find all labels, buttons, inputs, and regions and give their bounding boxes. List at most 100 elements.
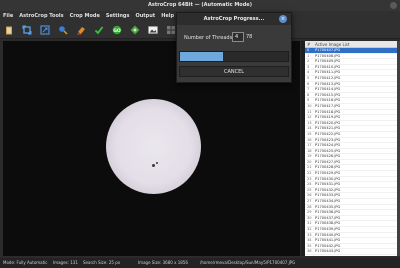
- dialog-close-icon[interactable]: ×: [279, 15, 287, 23]
- list-item-index: 19: [307, 154, 312, 159]
- svg-text:GO: GO: [113, 28, 121, 34]
- threads-label: Number of Threads:: [184, 35, 234, 41]
- list-item-name: P1700409.JPG: [315, 59, 341, 64]
- list-item-name: P1700418.JPG: [315, 109, 341, 114]
- menu-output[interactable]: Output: [132, 11, 158, 21]
- list-item[interactable]: 36 P1700443.JPG: [305, 249, 397, 255]
- threads-input[interactable]: 4: [232, 32, 244, 42]
- list-item-name: P1700422.JPG: [315, 131, 341, 136]
- list-item-index: 33: [307, 232, 312, 237]
- list-item-name: P1700438.JPG: [315, 221, 341, 226]
- sunspot: [152, 164, 155, 167]
- list-item-index: 34: [307, 238, 312, 243]
- menu-help[interactable]: Help: [158, 11, 177, 21]
- notebook-icon[interactable]: [4, 25, 14, 35]
- list-item-name: P1700421.JPG: [315, 126, 341, 131]
- crop-icon[interactable]: [22, 25, 32, 35]
- list-item-name: P1700431.JPG: [315, 182, 341, 187]
- status-path: /home/rmeva/Desktop/Sun/May5/P1700407.JP…: [200, 260, 296, 265]
- progress-fill: [180, 52, 224, 61]
- list-item-index: 23: [307, 176, 312, 181]
- check-icon[interactable]: [94, 25, 104, 35]
- progress-dialog: AstroCrop Progress... × Number of Thread…: [176, 12, 292, 83]
- list-item-name: P1700434.JPG: [315, 199, 341, 204]
- list-item-index: 35: [307, 243, 312, 248]
- list-item-name: P1700411.JPG: [315, 70, 341, 75]
- list-item-index: 25: [307, 187, 312, 192]
- list-item-name: P1700443.JPG: [315, 249, 341, 254]
- solar-image: [106, 99, 201, 194]
- window-title: AstroCrop 64Bit — (Automatic Mode): [148, 2, 252, 8]
- start-icon[interactable]: GO: [112, 25, 122, 35]
- list-item-name: P1700425.JPG: [315, 148, 341, 153]
- list-item-index: 26: [307, 193, 312, 198]
- dialog-title: AstroCrop Progress...: [177, 13, 291, 25]
- list-item-name: P1700413.JPG: [315, 81, 341, 86]
- menu-astrocrop-tools[interactable]: AstroCrop Tools: [16, 11, 66, 21]
- list-item-name: P1700441.JPG: [315, 238, 341, 243]
- cancel-button[interactable]: CANCEL: [179, 66, 289, 77]
- detect-icon[interactable]: [58, 25, 68, 35]
- image-icon[interactable]: [148, 25, 158, 35]
- list-item-name: P1700430.JPG: [315, 176, 341, 181]
- menu-crop-mode[interactable]: Crop Mode: [67, 11, 103, 21]
- list-item-index: 31: [307, 221, 312, 226]
- list-item-index: 28: [307, 204, 312, 209]
- list-item-name: P1700427.JPG: [315, 159, 341, 164]
- list-item-index: 1: [307, 53, 310, 58]
- list-item-index: 13: [307, 120, 312, 125]
- progress-bar: [179, 51, 289, 62]
- list-rows: 0 P1700407.JPG 1 P1700408.JPG 2 P1700409.JPG 3…: [305, 48, 397, 255]
- list-item-index: 15: [307, 131, 312, 136]
- status-images: Images: 131: [53, 260, 78, 265]
- list-item-index: 18: [307, 148, 312, 153]
- erase-icon[interactable]: [76, 25, 86, 35]
- list-item-name: P1700419.JPG: [315, 115, 341, 120]
- resize-icon[interactable]: [40, 25, 50, 35]
- list-item-name: P1700420.JPG: [315, 120, 341, 125]
- list-item-index: 12: [307, 115, 312, 120]
- list-item-name: P1700408.JPG: [315, 53, 341, 58]
- list-item-name: P1700426.JPG: [315, 154, 341, 159]
- list-item-index: 27: [307, 199, 312, 204]
- list-item-name: P1700432.JPG: [315, 187, 341, 192]
- list-item-index: 11: [307, 109, 312, 114]
- status-bar: Mode: Fully Automatic Images: 131 Search…: [0, 258, 400, 268]
- list-header-name[interactable]: Active Image List: [315, 41, 397, 47]
- list-item-name: P1700415.JPG: [315, 92, 341, 97]
- menu-file[interactable]: File: [0, 11, 16, 21]
- list-item-name: P1700440.JPG: [315, 232, 341, 237]
- status-search-size: Search Size: 25 px: [83, 260, 121, 265]
- list-item-name: P1700423.JPG: [315, 137, 341, 142]
- list-header-index[interactable]: #: [305, 41, 315, 47]
- list-item-index: 24: [307, 182, 312, 187]
- threads-max: 78: [246, 34, 253, 40]
- list-item-name: P1700416.JPG: [315, 98, 341, 103]
- list-item-name: P1700442.JPG: [315, 243, 341, 248]
- list-item-index: 10: [307, 103, 312, 108]
- list-item-name: P1700437.JPG: [315, 215, 341, 220]
- list-item-name: P1700417.JPG: [315, 103, 341, 108]
- list-item-name: P1700424.JPG: [315, 143, 341, 148]
- list-item-name: P1700433.JPG: [315, 193, 341, 198]
- list-item-index: 4: [307, 70, 310, 75]
- image-list-panel: # Active Image List 0 P1700407.JPG 1 P17004…: [305, 41, 397, 256]
- list-item-index: 32: [307, 227, 312, 231]
- sunspot: [156, 162, 158, 164]
- list-item-index: 7: [307, 87, 310, 92]
- list-item-index: 17: [307, 143, 312, 148]
- list-header: # Active Image List: [305, 41, 397, 48]
- list-item-index: 16: [307, 137, 312, 142]
- list-item-name: P1700412.JPG: [315, 75, 341, 80]
- window-control-icon[interactable]: [390, 2, 397, 9]
- list-item-index: 36: [307, 249, 312, 254]
- list-item-name: P1700410.JPG: [315, 64, 341, 69]
- list-item-index: 2: [307, 59, 310, 64]
- list-item-name: P1700429.JPG: [315, 171, 341, 176]
- list-item-index: 20: [307, 159, 312, 164]
- align-icon[interactable]: [130, 25, 140, 35]
- list-item-index: 29: [307, 210, 312, 215]
- grid-icon[interactable]: [166, 25, 176, 35]
- list-item-index: 0: [307, 48, 310, 52]
- menu-settings[interactable]: Settings: [103, 11, 133, 21]
